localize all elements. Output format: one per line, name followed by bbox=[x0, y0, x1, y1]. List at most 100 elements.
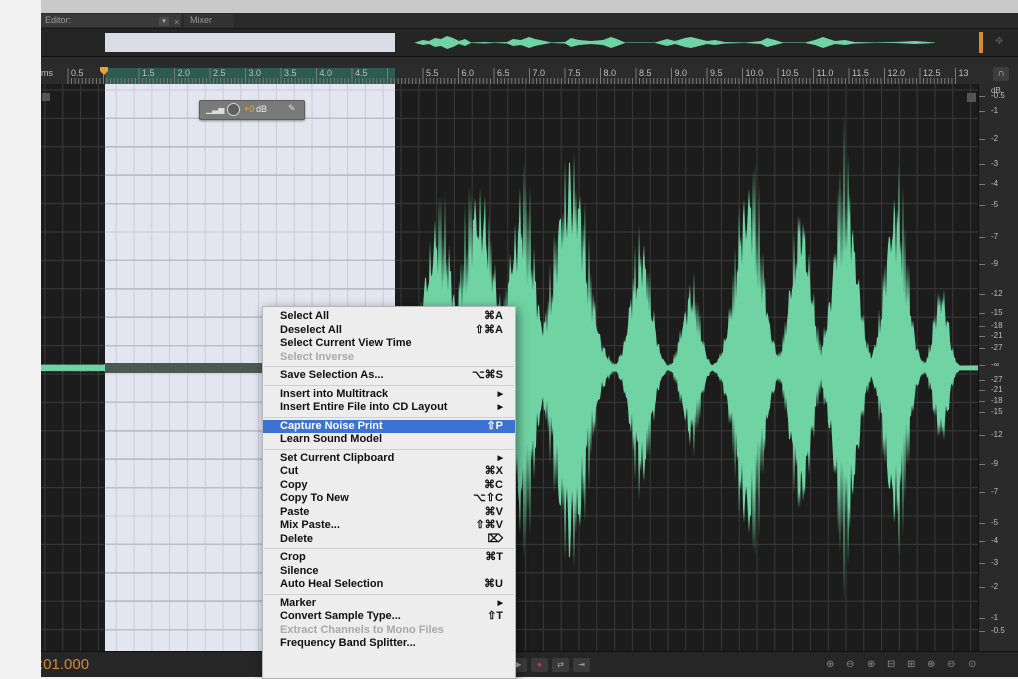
db-scale-label: -12 bbox=[991, 430, 1003, 439]
menu-item-label: Save Selection As... bbox=[280, 369, 384, 381]
db-scale-label: -18 bbox=[991, 321, 1003, 330]
menu-item-select-all[interactable]: Select All ⌘A bbox=[263, 310, 515, 323]
record-button[interactable]: ● bbox=[531, 658, 548, 672]
corner-toggle-icon[interactable] bbox=[42, 93, 50, 101]
db-scale-label: -9 bbox=[991, 259, 999, 268]
menu-separator bbox=[264, 366, 514, 367]
zoom-in-amplitude-icon[interactable]: ⊕ bbox=[826, 659, 834, 670]
db-scale-label: -15 bbox=[991, 407, 1003, 416]
menu-item-cut[interactable]: Cut ⌘X bbox=[263, 465, 515, 478]
db-scale-label: -2 bbox=[991, 134, 999, 143]
menu-item-copy-to-new[interactable]: Copy To New ⌥⇧C bbox=[263, 492, 515, 505]
db-scale-label: -27 bbox=[991, 375, 1003, 384]
menu-item-label: Marker bbox=[280, 596, 317, 609]
volume-knob[interactable] bbox=[227, 103, 240, 116]
menu-item-shortcut: ⇧⌘A bbox=[474, 323, 503, 336]
db-scale-label: -0.5 bbox=[991, 626, 1005, 635]
db-scale-tick bbox=[979, 492, 985, 493]
menu-item-set-current-clipboard[interactable]: Set Current Clipboard ▶ bbox=[263, 452, 515, 465]
hud-volume-control[interactable]: ▁▃▅ +0 dB ✎ bbox=[199, 100, 305, 120]
submenu-arrow-icon: ▶ bbox=[497, 390, 503, 398]
ruler-tick-label: 6.0 bbox=[461, 68, 475, 78]
menu-item-mix-paste[interactable]: Mix Paste... ⇧⌘V bbox=[263, 519, 515, 532]
zoom-out-amplitude-icon[interactable]: ⊖ bbox=[846, 659, 854, 670]
db-scale-tick bbox=[979, 164, 985, 165]
db-scale-tick bbox=[979, 380, 985, 381]
db-scale-tick bbox=[979, 139, 985, 140]
menu-item-crop[interactable]: Crop ⌘T bbox=[263, 551, 515, 564]
db-scale-tick bbox=[979, 348, 985, 349]
menu-separator bbox=[264, 416, 514, 418]
menu-item-deselect-all[interactable]: Deselect All ⇧⌘A bbox=[263, 324, 515, 337]
menu-item-learn-sound-model[interactable]: Learn Sound Model bbox=[263, 433, 515, 446]
menu-item-insert-into-multitrack[interactable]: Insert into Multitrack ▶ bbox=[263, 388, 515, 401]
menu-item-label: Convert Sample Type... bbox=[280, 610, 401, 622]
menu-item-label: Frequency Band Splitter... bbox=[280, 637, 416, 649]
db-scale-label: -0.5 bbox=[991, 91, 1005, 100]
menu-item-convert-sample-type[interactable]: Convert Sample Type... ⇧T bbox=[263, 610, 515, 623]
menu-item-delete[interactable]: Delete ⌦ bbox=[263, 533, 515, 546]
db-scale-tick bbox=[979, 541, 985, 542]
menu-item-shortcut: ⌘X bbox=[484, 465, 503, 477]
menu-item-label: Learn Sound Model bbox=[280, 433, 383, 445]
db-scale-tick bbox=[979, 96, 985, 97]
menu-item-label: Select All bbox=[280, 310, 330, 322]
chevron-down-icon[interactable]: ▾ bbox=[159, 17, 169, 26]
ruler-tick-label: 0.5 bbox=[71, 68, 84, 78]
skip-selection-icon[interactable]: ⇥ bbox=[573, 658, 590, 672]
zoom-reset-icon[interactable]: ⊙ bbox=[968, 659, 976, 670]
zoom-selection-icon[interactable]: ⊞ bbox=[907, 659, 915, 670]
db-scale-label: -15 bbox=[991, 308, 1003, 317]
time-ruler[interactable]: ms 0.5 1.5 2.0 2.5 3.0 3.5 4.0 4.5 5.5 6.0 6.5 7.0 7… bbox=[41, 57, 1018, 85]
db-scale-tick bbox=[979, 205, 985, 206]
db-scale-tick bbox=[979, 264, 985, 265]
menu-item-silence[interactable]: Silence bbox=[263, 565, 515, 578]
menu-item-label: Insert into Multitrack bbox=[280, 387, 389, 400]
headphones-icon[interactable]: ∩ bbox=[993, 67, 1009, 81]
tab-editor[interactable]: Editor: ▾ × bbox=[41, 14, 181, 27]
corner-toggle-icon[interactable] bbox=[967, 93, 976, 102]
menu-item-shortcut: ⌦ bbox=[487, 532, 503, 545]
transport-bar: :01.000 ▶ ● ⇄ ⇥ ⊕ ⊖ ⊕ ⊟ ⊞ ⊕ ⊖ ⊙ bbox=[41, 651, 1018, 677]
db-scale-label: -2 bbox=[991, 582, 999, 591]
menu-item-shortcut: ⇧T bbox=[487, 610, 503, 622]
db-scale-tick bbox=[979, 336, 985, 337]
playhead-marker-icon[interactable] bbox=[99, 66, 109, 76]
tab-mixer[interactable]: Mixer bbox=[184, 14, 234, 27]
pin-icon[interactable]: ✎ bbox=[288, 103, 296, 114]
db-scale-label: -5 bbox=[991, 200, 999, 209]
zoom-icon[interactable]: ✥ bbox=[995, 36, 1007, 48]
menu-item-label: Copy bbox=[280, 478, 308, 491]
zoom-out-point-icon[interactable]: ⊖ bbox=[947, 659, 955, 670]
menu-item-frequency-band-splitter[interactable]: Frequency Band Splitter... bbox=[263, 637, 515, 650]
ruler-tick-label: 12.0 bbox=[887, 68, 906, 78]
menu-item-insert-entire-file-into-cd-layout[interactable]: Insert Entire File into CD Layout ▶ bbox=[263, 401, 515, 414]
db-scale-tick bbox=[979, 631, 985, 632]
waveform-overview[interactable]: ✥ bbox=[41, 29, 1018, 57]
menu-item-label: Crop bbox=[280, 551, 306, 563]
zoom-out-full-icon[interactable]: ⊟ bbox=[887, 659, 895, 670]
menu-item-select-current-view-time[interactable]: Select Current View Time bbox=[263, 337, 515, 350]
zoom-in-point-icon[interactable]: ⊕ bbox=[927, 659, 935, 670]
overview-visible-range[interactable] bbox=[105, 33, 395, 52]
menu-item-paste[interactable]: Paste ⌘V bbox=[263, 506, 515, 519]
menu-item-auto-heal-selection[interactable]: Auto Heal Selection ⌘U bbox=[263, 578, 515, 591]
menu-item-label: Select Inverse bbox=[280, 350, 354, 363]
menu-item-save-selection-as[interactable]: Save Selection As... ⌥⌘S bbox=[263, 369, 515, 382]
db-scale-label: -3 bbox=[991, 558, 999, 567]
menu-item-shortcut: ⌘C bbox=[484, 478, 503, 491]
menu-item-marker[interactable]: Marker ▶ bbox=[263, 597, 515, 610]
menu-item-label: Silence bbox=[280, 564, 319, 577]
ruler-tick-label: 1.5 bbox=[142, 68, 155, 78]
zoom-in-time-icon[interactable]: ⊕ bbox=[867, 659, 875, 670]
overview-range-handle[interactable] bbox=[979, 32, 983, 53]
ruler-tick-label: 11.0 bbox=[816, 68, 834, 78]
loop-icon[interactable]: ⇄ bbox=[552, 658, 569, 672]
menu-item-copy[interactable]: Copy ⌘C bbox=[263, 479, 515, 492]
current-time-display[interactable]: :01.000 bbox=[41, 656, 89, 673]
level-meter-icon: ▁▃▅ bbox=[206, 105, 225, 114]
close-icon[interactable]: × bbox=[174, 16, 179, 29]
menu-item-select-inverse: Select Inverse bbox=[263, 351, 515, 364]
menu-item-capture-noise-print[interactable]: Capture Noise Print ⇧P bbox=[263, 419, 515, 433]
menu-item-label: Auto Heal Selection bbox=[280, 578, 384, 590]
